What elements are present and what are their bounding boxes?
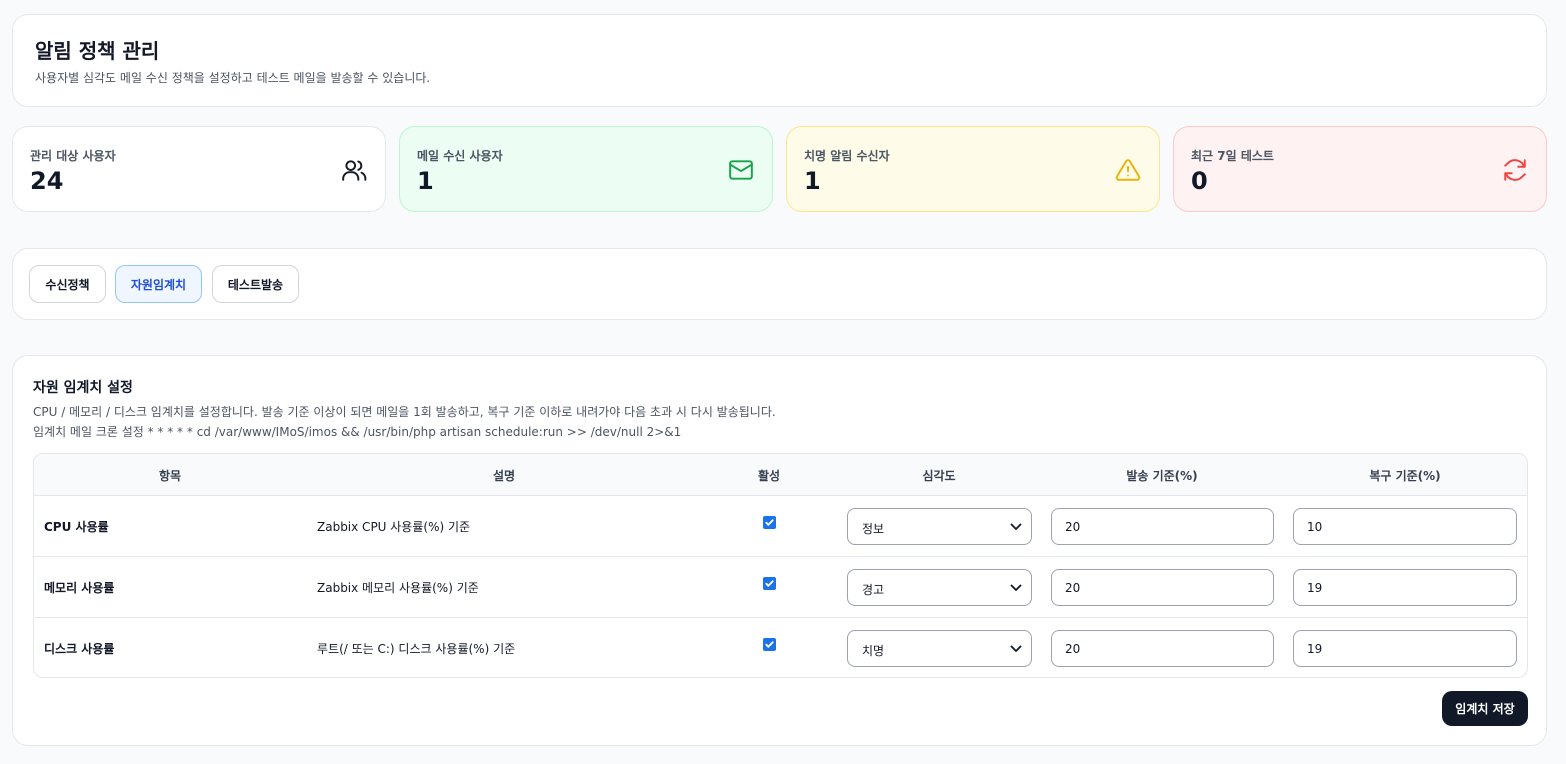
- send-threshold-value: 20: [1065, 581, 1081, 595]
- chevron-down-icon: [1010, 584, 1022, 591]
- severity-value: 정보: [862, 522, 885, 536]
- stat-label: 관리 대상 사용자: [30, 149, 116, 163]
- row-item-description: Zabbix 메모리 사용률(%) 기준: [317, 581, 479, 595]
- send-threshold-input[interactable]: 20: [1051, 508, 1274, 545]
- table-row: 메모리 사용률 Zabbix 메모리 사용률(%) 기준 경고 20 19: [34, 557, 1527, 618]
- page-subtitle: 사용자별 심각도 메일 수신 정책을 설정하고 테스트 메일을 발송할 수 있습…: [35, 71, 431, 85]
- recover-threshold-input[interactable]: 19: [1293, 630, 1517, 667]
- severity-select[interactable]: 정보: [847, 508, 1032, 545]
- checkmark-icon: [765, 519, 774, 526]
- severity-value: 경고: [862, 583, 885, 597]
- column-header-enabled: 활성: [757, 469, 781, 483]
- recover-threshold-value: 10: [1307, 520, 1323, 534]
- table-row: 디스크 사용률 루트(/ 또는 C:) 디스크 사용률(%) 기준 치명 20 …: [34, 618, 1527, 677]
- stat-card-managed-users: 관리 대상 사용자 24: [12, 126, 386, 212]
- stat-value: 24: [30, 167, 64, 195]
- column-header-item: 항목: [158, 469, 182, 483]
- send-threshold-value: 20: [1065, 642, 1081, 656]
- enabled-checkbox[interactable]: [763, 638, 776, 651]
- recover-threshold-value: 19: [1307, 581, 1323, 595]
- recover-threshold-value: 19: [1307, 642, 1323, 656]
- row-item-name: 디스크 사용률: [44, 642, 115, 656]
- stat-card-recent-tests: 최근 7일 테스트 0: [1173, 126, 1547, 212]
- tab-bar: 수신정책 자원임계치 테스트발송: [12, 248, 1547, 320]
- page-title: 알림 정책 관리: [35, 39, 160, 63]
- stat-label: 치명 알림 수신자: [804, 149, 890, 163]
- chevron-down-icon: [1010, 523, 1022, 530]
- enabled-checkbox[interactable]: [763, 516, 776, 529]
- stat-value: 1: [417, 167, 434, 195]
- column-header-severity: 심각도: [922, 469, 956, 483]
- recover-threshold-input[interactable]: 19: [1293, 569, 1517, 606]
- enabled-checkbox[interactable]: [763, 577, 776, 590]
- stat-value: 1: [804, 167, 821, 195]
- checkmark-icon: [765, 580, 774, 587]
- users-icon: [342, 160, 367, 181]
- checkmark-icon: [765, 641, 774, 648]
- threshold-panel: 자원 임계치 설정 CPU / 메모리 / 디스크 임계치를 설정합니다. 발송…: [12, 355, 1547, 746]
- send-threshold-input[interactable]: 20: [1051, 630, 1274, 667]
- refresh-icon: [1504, 159, 1526, 181]
- stat-card-mail-users: 메일 수신 사용자 1: [399, 126, 773, 212]
- send-threshold-value: 20: [1065, 520, 1081, 534]
- table-header: 항목 설명 활성 심각도 발송 기준(%) 복구 기준(%): [34, 454, 1527, 496]
- cron-setting-text: 임계치 메일 크론 설정 * * * * * cd /var/www/IMoS/…: [33, 425, 682, 439]
- recover-threshold-input[interactable]: 10: [1293, 508, 1517, 545]
- column-header-send-threshold: 발송 기준(%): [1126, 469, 1198, 483]
- column-header-recover-threshold: 복구 기준(%): [1369, 469, 1441, 483]
- send-threshold-input[interactable]: 20: [1051, 569, 1274, 606]
- page-header: 알림 정책 관리 사용자별 심각도 메일 수신 정책을 설정하고 테스트 메일을…: [12, 14, 1547, 107]
- row-item-name: CPU 사용률: [44, 520, 109, 534]
- threshold-table: 항목 설명 활성 심각도 발송 기준(%) 복구 기준(%) CPU 사용률 Z…: [33, 453, 1528, 678]
- tab-receive-policy[interactable]: 수신정책: [29, 265, 106, 303]
- tab-resource-threshold[interactable]: 자원임계치: [115, 265, 202, 303]
- stat-value: 0: [1191, 167, 1208, 195]
- table-row: CPU 사용률 Zabbix CPU 사용률(%) 기준 정보 20 10: [34, 496, 1527, 557]
- row-item-description: Zabbix CPU 사용률(%) 기준: [317, 520, 471, 534]
- panel-description: CPU / 메모리 / 디스크 임계치를 설정합니다. 발송 기준 이상이 되면…: [33, 405, 776, 419]
- severity-select[interactable]: 경고: [847, 569, 1032, 606]
- panel-title: 자원 임계치 설정: [33, 380, 133, 396]
- column-header-description: 설명: [492, 469, 516, 483]
- severity-value: 치명: [862, 644, 885, 658]
- chevron-down-icon: [1010, 645, 1022, 652]
- stat-card-critical-recipients: 치명 알림 수신자 1: [786, 126, 1160, 212]
- row-item-description: 루트(/ 또는 C:) 디스크 사용률(%) 기준: [317, 642, 516, 656]
- mail-icon: [729, 160, 753, 180]
- row-item-name: 메모리 사용률: [44, 581, 115, 595]
- save-threshold-button[interactable]: 임계치 저장: [1442, 691, 1528, 726]
- severity-select[interactable]: 치명: [847, 630, 1032, 667]
- stat-label: 최근 7일 테스트: [1191, 149, 1274, 163]
- warning-icon: [1115, 159, 1141, 181]
- tab-test-send[interactable]: 테스트발송: [212, 265, 299, 303]
- stat-label: 메일 수신 사용자: [417, 149, 503, 163]
